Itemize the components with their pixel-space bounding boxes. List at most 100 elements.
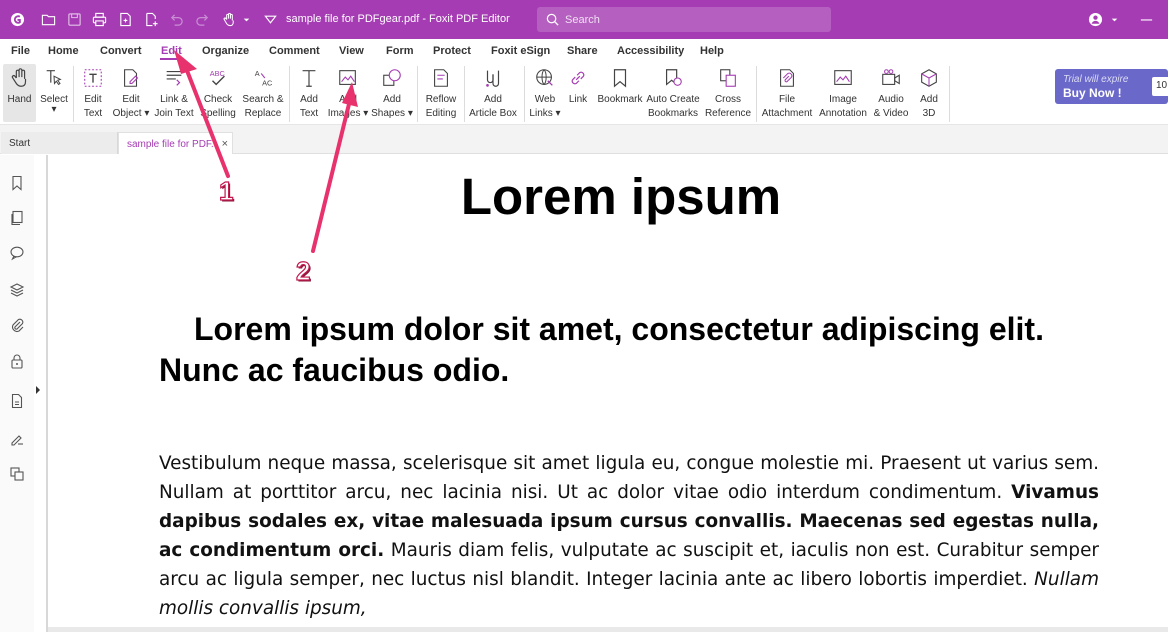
user-icon[interactable] (1087, 11, 1103, 27)
image-annotation-label-1: Image (829, 94, 857, 105)
svg-text:AC: AC (262, 78, 273, 87)
cross-reference-icon (716, 66, 740, 90)
menu-edit[interactable]: Edit (160, 45, 183, 60)
open-folder-icon[interactable] (40, 11, 56, 27)
menu-form[interactable]: Form (386, 45, 414, 57)
tab-document[interactable]: sample file for PDF... × (118, 132, 233, 154)
search-replace-label-2: Replace (244, 108, 282, 119)
edit-text-label-1: Edit (84, 94, 102, 105)
print-icon[interactable] (91, 11, 107, 27)
menu-view[interactable]: View (339, 45, 364, 57)
paragraph-text: Vestibulum neque massa, scelerisque sit … (159, 453, 1099, 503)
hand-icon (8, 66, 32, 90)
check-spelling-label-1: Check (203, 94, 233, 105)
reflow-editing-button[interactable]: Reflow Editing (423, 64, 459, 122)
user-menu-chevron-icon[interactable] (1106, 11, 1122, 27)
add-3d-label-2: 3D (922, 108, 936, 119)
audio-video-button[interactable]: Audio & Video (872, 64, 910, 122)
add-3d-button[interactable]: Add 3D (915, 64, 943, 122)
check-spelling-button[interactable]: ABC Check Spelling (199, 64, 237, 122)
horizontal-scrollbar[interactable] (48, 627, 1168, 632)
layers-panel-icon[interactable] (8, 281, 26, 299)
hand-label: Hand (7, 94, 32, 105)
security-panel-icon[interactable] (8, 352, 26, 370)
add-text-button[interactable]: Add Text (295, 64, 323, 122)
compare-panel-icon[interactable] (8, 465, 26, 483)
file-attachment-label-2: Attachment (761, 108, 813, 119)
video-camera-icon (879, 66, 903, 90)
edit-object-button[interactable]: Edit Object ▾ (112, 64, 150, 122)
trial-expire-text: Trial will expire (1063, 74, 1129, 85)
link-icon (566, 66, 590, 90)
select-tool-button[interactable]: Select ▾ (38, 64, 70, 122)
bookmark-button[interactable]: Bookmark (596, 64, 644, 122)
audio-video-label-1: Audio (878, 94, 904, 105)
hand-tool-button[interactable]: Hand (3, 64, 36, 122)
menu-share[interactable]: Share (567, 45, 598, 57)
redo-icon[interactable] (194, 11, 210, 27)
add-article-box-button[interactable]: Add Article Box (468, 64, 518, 122)
menu-help[interactable]: Help (700, 45, 724, 57)
bookmarks-panel-icon[interactable] (8, 174, 26, 192)
create-icon[interactable] (117, 11, 133, 27)
ribbon-separator (73, 66, 74, 122)
attachments-panel-icon[interactable] (8, 316, 26, 334)
menu-comment[interactable]: Comment (269, 45, 320, 57)
save-icon[interactable] (66, 11, 82, 27)
edit-text-label-2: Text (83, 108, 103, 119)
auto-create-bookmarks-button[interactable]: Auto Create Bookmarks (646, 64, 700, 122)
tab-start[interactable]: Start (1, 132, 118, 154)
trial-buy-now-banner[interactable]: Trial will expire Buy Now ! 10 (1055, 69, 1168, 104)
navigation-sidebar (0, 155, 34, 632)
add-shapes-button[interactable]: Add Shapes ▾ (371, 64, 413, 122)
annotation-number-2: 2 (295, 255, 311, 286)
foxit-logo-icon[interactable] (9, 11, 25, 27)
image-annotation-label-2: Annotation (819, 108, 867, 119)
search-replace-button[interactable]: A AC Search & Replace (241, 64, 285, 122)
close-tab-icon[interactable]: × (222, 138, 228, 150)
add-3d-label-1: Add (920, 94, 938, 105)
article-box-label-2: Article Box (469, 108, 517, 119)
add-text-label-1: Add (300, 94, 318, 105)
menu-file[interactable]: File (11, 45, 30, 57)
ribbon-separator (464, 66, 465, 122)
pages-panel-icon[interactable] (8, 209, 26, 227)
link-join-text-button[interactable]: Link & Join Text (154, 64, 194, 122)
menu-protect[interactable]: Protect (433, 45, 471, 57)
trial-days-badge: 10 (1152, 77, 1168, 96)
ribbon-separator (417, 66, 418, 122)
edit-text-button[interactable]: Edit Text (78, 64, 108, 122)
check-spelling-label-2: Spelling (200, 108, 236, 119)
hand-icon[interactable] (221, 11, 237, 27)
search-box[interactable] (537, 7, 831, 32)
menu-home[interactable]: Home (48, 45, 79, 57)
cross-reference-label-2: Reference (704, 108, 752, 119)
reflow-label-1: Reflow (425, 94, 457, 105)
web-links-button[interactable]: Web Links ▾ (529, 64, 561, 122)
image-annotation-button[interactable]: Image Annotation (818, 64, 868, 122)
search-input[interactable] (565, 10, 815, 29)
add-image-icon (336, 66, 360, 90)
signature-panel-icon[interactable] (8, 429, 26, 447)
edit-text-icon (81, 66, 105, 90)
menu-convert[interactable]: Convert (100, 45, 142, 57)
cross-reference-button[interactable]: Cross Reference (705, 64, 751, 122)
expand-panel-icon[interactable] (34, 384, 42, 396)
document-panel-icon[interactable] (8, 392, 26, 410)
undo-icon[interactable] (168, 11, 184, 27)
comments-panel-icon[interactable] (8, 244, 26, 262)
add-shapes-label-2: Shapes ▾ (371, 108, 413, 119)
add-images-button[interactable]: Add Images ▾ (327, 64, 369, 122)
document-heading: Lorem ipsum dolor sit amet, consectetur … (159, 311, 1044, 388)
menu-foxit-esign[interactable]: Foxit eSign (491, 45, 550, 57)
menu-accessibility[interactable]: Accessibility (617, 45, 684, 57)
chevron-down-icon[interactable] (238, 11, 254, 27)
customize-icon[interactable] (262, 11, 278, 27)
file-attachment-button[interactable]: File Attachment (762, 64, 812, 122)
menu-organize[interactable]: Organize (202, 45, 249, 57)
link-button[interactable]: Link (566, 64, 590, 122)
select-chevron: ▾ (51, 104, 57, 115)
bookmark-label: Bookmark (597, 94, 643, 105)
new-icon[interactable] (143, 11, 159, 27)
minimize-icon[interactable] (1138, 11, 1154, 27)
